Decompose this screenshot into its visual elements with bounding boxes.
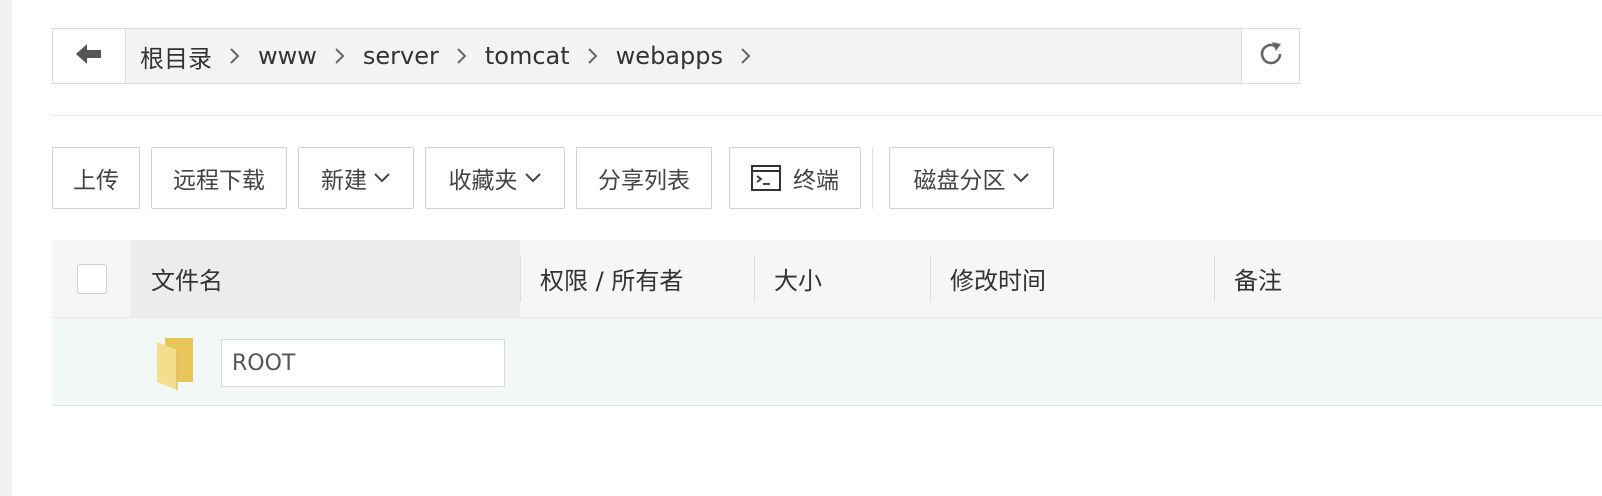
disk-partition-dropdown-button[interactable]: 磁盘分区 (889, 147, 1054, 209)
breadcrumb-item-www[interactable]: www (258, 42, 317, 70)
share-list-button-label: 分享列表 (598, 168, 690, 194)
favorites-dropdown-button[interactable]: 收藏夹 (425, 147, 565, 209)
breadcrumb-item-webapps[interactable]: webapps (616, 42, 723, 70)
terminal-button-label: 终端 (793, 168, 839, 194)
select-all-checkbox[interactable] (76, 263, 107, 294)
folder-icon (155, 336, 195, 396)
rename-input[interactable] (221, 339, 505, 387)
path-bar: 根目录 www server tomcat webapps (52, 28, 1300, 84)
arrow-left-icon (76, 43, 102, 69)
share-list-button[interactable]: 分享列表 (576, 147, 712, 209)
column-header-size[interactable]: 大小 (754, 240, 930, 317)
column-header-modified-label: 修改时间 (950, 267, 1046, 295)
remote-download-button-label: 远程下载 (173, 168, 265, 194)
chevron-down-icon (373, 172, 391, 184)
terminal-button[interactable]: 终端 (729, 147, 861, 209)
column-header-filename[interactable]: 文件名 (131, 240, 520, 317)
select-all-cell (52, 240, 131, 317)
column-header-size-label: 大小 (774, 267, 822, 295)
breadcrumb: 根目录 www server tomcat webapps (126, 29, 1241, 83)
file-toolbar: 上传 远程下载 新建 收藏夹 分享列表 终端 磁盘分区 (0, 147, 1602, 209)
chevron-right-icon (212, 47, 258, 65)
column-header-remark-label: 备注 (1234, 267, 1282, 295)
chevron-right-icon (439, 47, 485, 65)
toolbar-separator (872, 147, 873, 209)
refresh-button[interactable] (1241, 29, 1299, 83)
remote-download-button[interactable]: 远程下载 (151, 147, 287, 209)
column-header-remark[interactable]: 备注 (1214, 240, 1602, 317)
file-table-header: 文件名 权限 / 所有者 大小 修改时间 备注 (52, 240, 1602, 318)
new-dropdown-button[interactable]: 新建 (298, 147, 414, 209)
table-row[interactable] (52, 318, 1602, 406)
chevron-right-icon (570, 47, 616, 65)
favorites-button-label: 收藏夹 (448, 168, 518, 194)
column-header-modified[interactable]: 修改时间 (930, 240, 1214, 317)
chevron-right-icon (317, 47, 363, 65)
breadcrumb-item-tomcat[interactable]: tomcat (485, 42, 570, 70)
left-panel-edge (0, 0, 12, 496)
chevron-down-icon (1012, 172, 1030, 184)
column-header-permission[interactable]: 权限 / 所有者 (520, 240, 754, 317)
disk-partition-button-label: 磁盘分区 (913, 168, 1006, 194)
breadcrumb-item-server[interactable]: server (363, 42, 439, 70)
chevron-right-icon[interactable] (723, 47, 769, 65)
upload-button-label: 上传 (73, 168, 119, 194)
upload-button[interactable]: 上传 (52, 147, 140, 209)
section-divider (52, 115, 1602, 116)
new-button-label: 新建 (321, 168, 367, 194)
chevron-down-icon (524, 172, 542, 184)
breadcrumb-item-root[interactable]: 根目录 (140, 39, 212, 74)
refresh-icon (1256, 39, 1286, 73)
terminal-icon (751, 165, 781, 191)
back-button[interactable] (53, 29, 126, 83)
column-header-permission-label: 权限 / 所有者 (540, 267, 684, 295)
column-header-filename-label: 文件名 (151, 267, 223, 295)
